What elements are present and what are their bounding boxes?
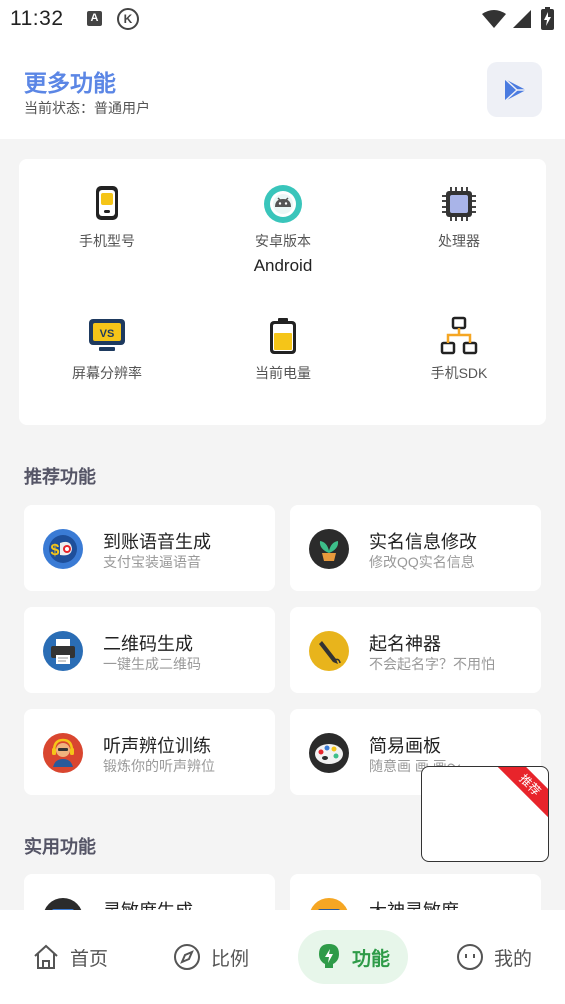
floating-recommend-box[interactable]: 推荐 xyxy=(421,766,549,862)
feature-sound-location[interactable]: 听声辨位训练 锻炼你的听声辨位 xyxy=(24,709,275,795)
info-label: 安卓版本 xyxy=(255,233,311,249)
cpu-icon xyxy=(442,187,476,221)
notification-a-icon: A xyxy=(87,11,102,26)
feature-naming[interactable]: 起名神器 不会起名字？不用怕 xyxy=(290,607,541,693)
wifi-icon xyxy=(482,10,506,28)
feature-title: 听声辨位训练 xyxy=(103,736,211,756)
section-title-practical: 实用功能 xyxy=(24,837,96,857)
nav-label: 首页 xyxy=(70,948,109,970)
feature-title: 二维码生成 xyxy=(103,634,193,654)
page-header: 更多功能 当前状态：普通用户 xyxy=(0,38,565,139)
recommend-ribbon: 推荐 xyxy=(494,767,548,821)
compass-icon xyxy=(174,944,200,970)
feature-title: 实名信息修改 xyxy=(369,532,477,552)
play-store-button[interactable] xyxy=(487,62,542,117)
feature-subtitle: 一键生成二维码 xyxy=(103,656,201,672)
sdk-icon xyxy=(440,316,478,355)
user-status: 当前状态：普通用户 xyxy=(24,100,150,116)
svg-text:$: $ xyxy=(51,542,60,559)
info-label: 屏幕分辨率 xyxy=(72,365,142,381)
home-icon xyxy=(34,944,58,969)
feature-qrcode[interactable]: 二维码生成 一键生成二维码 xyxy=(24,607,275,693)
info-processor[interactable]: 处理器 xyxy=(371,184,547,251)
feature-subtitle: 锻炼你的听声辨位 xyxy=(103,758,215,774)
info-battery-level[interactable]: 当前电量 xyxy=(195,316,371,383)
info-label: 手机SDK xyxy=(430,365,488,381)
feature-title: 到账语音生成 xyxy=(103,532,211,552)
battery-icon xyxy=(270,318,296,354)
printer-icon xyxy=(43,631,83,671)
feature-subtitle: 修改QQ实名信息 xyxy=(369,554,475,570)
feature-title: 起名神器 xyxy=(369,634,441,654)
headphone-person-icon xyxy=(43,733,83,773)
palette-icon xyxy=(309,733,349,773)
nav-label: 比例 xyxy=(211,948,250,970)
device-info-card: 手机型号 安卓版本 Android 处理器 VS 屏幕分辨率 当前电量 手机SD… xyxy=(19,159,546,425)
notification-k-icon: K xyxy=(117,8,139,30)
feature-realname-edit[interactable]: 实名信息修改 修改QQ实名信息 xyxy=(290,505,541,591)
svg-text:VS: VS xyxy=(100,328,115,340)
nav-ratio[interactable]: 比例 xyxy=(173,930,249,984)
bolt-icon xyxy=(319,944,339,968)
payment-voice-icon: $ xyxy=(43,529,83,569)
monitor-icon: VS xyxy=(89,319,125,351)
nav-mine[interactable]: 我的 xyxy=(456,930,532,984)
play-icon xyxy=(503,77,526,102)
plant-icon xyxy=(309,529,349,569)
status-time: 11:32 xyxy=(10,7,64,30)
info-label: 手机型号 xyxy=(79,233,135,249)
info-screen-resolution[interactable]: VS 屏幕分辨率 xyxy=(19,316,195,383)
feature-subtitle: 支付宝装逼语音 xyxy=(103,554,201,570)
info-sdk[interactable]: 手机SDK xyxy=(371,316,547,383)
battery-charging-icon xyxy=(541,7,554,30)
feature-title: 简易画板 xyxy=(369,736,441,756)
info-value: Android xyxy=(253,256,313,275)
section-title-recommended: 推荐功能 xyxy=(24,467,96,487)
pen-icon xyxy=(309,631,349,671)
android-icon xyxy=(264,185,302,223)
info-phone-model[interactable]: 手机型号 xyxy=(19,184,195,251)
status-bar: 11:32 A K xyxy=(0,0,565,38)
info-label: 当前电量 xyxy=(255,365,311,381)
nav-label: 我的 xyxy=(494,948,533,970)
nav-features[interactable]: 功能 xyxy=(298,930,409,984)
nav-home[interactable]: 首页 xyxy=(32,930,108,984)
page-title: 更多功能 xyxy=(24,70,116,96)
info-android-version[interactable]: 安卓版本 Android xyxy=(195,184,371,276)
phone-icon xyxy=(96,186,118,220)
signal-icon xyxy=(513,10,531,28)
feature-payment-voice[interactable]: $ 到账语音生成 支付宝装逼语音 xyxy=(24,505,275,591)
bottom-nav: 首页 比例 功能 我的 xyxy=(0,910,565,1004)
info-label: 处理器 xyxy=(438,233,480,249)
face-icon xyxy=(457,944,483,970)
nav-label: 功能 xyxy=(352,948,391,970)
feature-subtitle: 不会起名字？不用怕 xyxy=(369,656,495,672)
